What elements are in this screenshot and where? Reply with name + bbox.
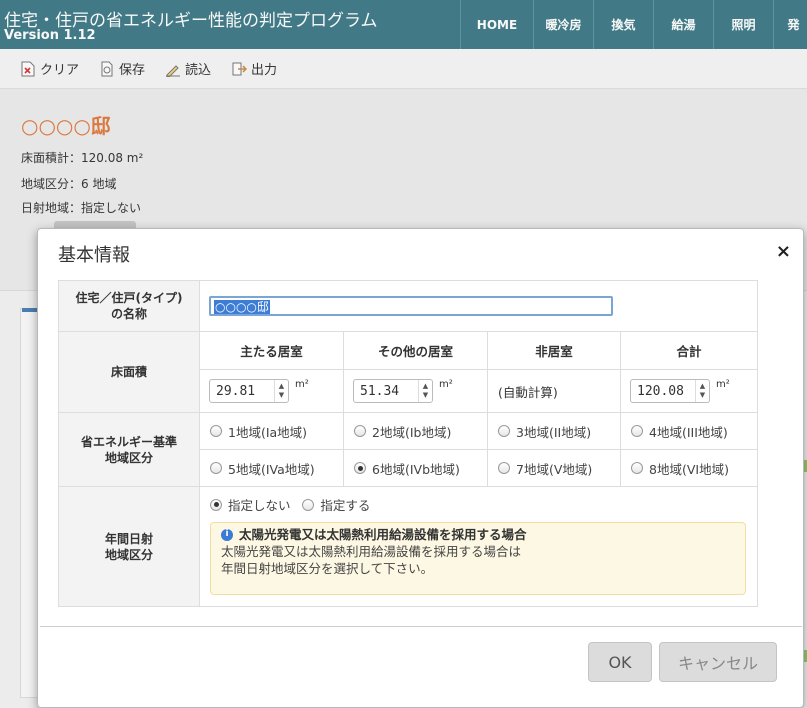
name-label: 住宅／住戸(タイプ) の名称	[58, 280, 200, 332]
solar-notice: i 太陽光発電又は太陽熱利用給湯設備を採用する場合 太陽光発電又は太陽熱利用給湯…	[210, 522, 746, 595]
dialog-footer-divider	[40, 626, 802, 627]
notice-line-2: 年間日射地域区分を選択して下さい。	[221, 561, 434, 576]
basic-info-form: 住宅／住戸(タイプ) の名称 ○○○○邸 床面積 主たる居室 その他の居室 非居…	[58, 280, 758, 607]
ok-button[interactable]: OK	[588, 642, 652, 682]
region-radio-5[interactable]: 5地域(IVa地域)	[210, 459, 315, 478]
solar-radio-specified[interactable]: 指定する	[302, 495, 370, 514]
house-name-value: ○○○○邸	[214, 300, 270, 314]
spinner-arrows[interactable]: ▲ ▼	[418, 380, 432, 402]
spinner-arrows[interactable]: ▲ ▼	[274, 380, 288, 402]
spinner-arrows[interactable]: ▲ ▼	[695, 380, 709, 402]
total-area-input[interactable]: 120.08 ▲ ▼	[630, 379, 710, 403]
other-room-area-input[interactable]: 51.34 ▲ ▼	[353, 379, 433, 403]
region-label: 省エネルギー基準 地域区分	[58, 412, 200, 487]
region-radio-6[interactable]: 6地域(IVb地域)	[354, 459, 460, 478]
region-radio-7[interactable]: 7地域(V地域)	[498, 459, 592, 478]
solar-region-label: 年間日射 地域区分	[58, 486, 200, 607]
cancel-button[interactable]: キャンセル	[659, 642, 777, 682]
floor-area-label: 床面積	[58, 331, 200, 413]
col-non-living: 非居室	[487, 331, 621, 370]
info-icon: i	[221, 528, 233, 541]
notice-line-1: 太陽光発電又は太陽熱利用給湯設備を採用する場合は	[221, 544, 522, 559]
basic-info-dialog: 基本情報 × 住宅／住戸(タイプ) の名称 ○○○○邸 床面積 主たる居室 その	[37, 228, 804, 708]
region-radio-3[interactable]: 3地域(II地域)	[498, 422, 591, 441]
col-total: 合計	[620, 331, 758, 370]
col-other-room: その他の居室	[343, 331, 488, 370]
non-living-area-auto: (自動計算)	[487, 369, 621, 413]
main-room-area-input[interactable]: 29.81 ▲ ▼	[209, 379, 289, 403]
notice-title: 太陽光発電又は太陽熱利用給湯設備を採用する場合	[239, 527, 527, 542]
region-radio-1[interactable]: 1地域(Ia地域)	[210, 422, 307, 441]
close-icon[interactable]: ×	[776, 241, 791, 262]
dialog-title: 基本情報	[58, 245, 130, 266]
region-radio-8[interactable]: 8地域(VI地域)	[631, 459, 729, 478]
solar-radio-not-specified[interactable]: 指定しない	[210, 495, 291, 514]
house-name-input[interactable]: ○○○○邸	[209, 296, 613, 316]
region-radio-4[interactable]: 4地域(III地域)	[631, 422, 728, 441]
col-main-room: 主たる居室	[199, 331, 344, 370]
dialog-body: 住宅／住戸(タイプ) の名称 ○○○○邸 床面積 主たる居室 その他の居室 非居…	[58, 280, 758, 607]
region-radio-2[interactable]: 2地域(Ib地域)	[354, 422, 451, 441]
